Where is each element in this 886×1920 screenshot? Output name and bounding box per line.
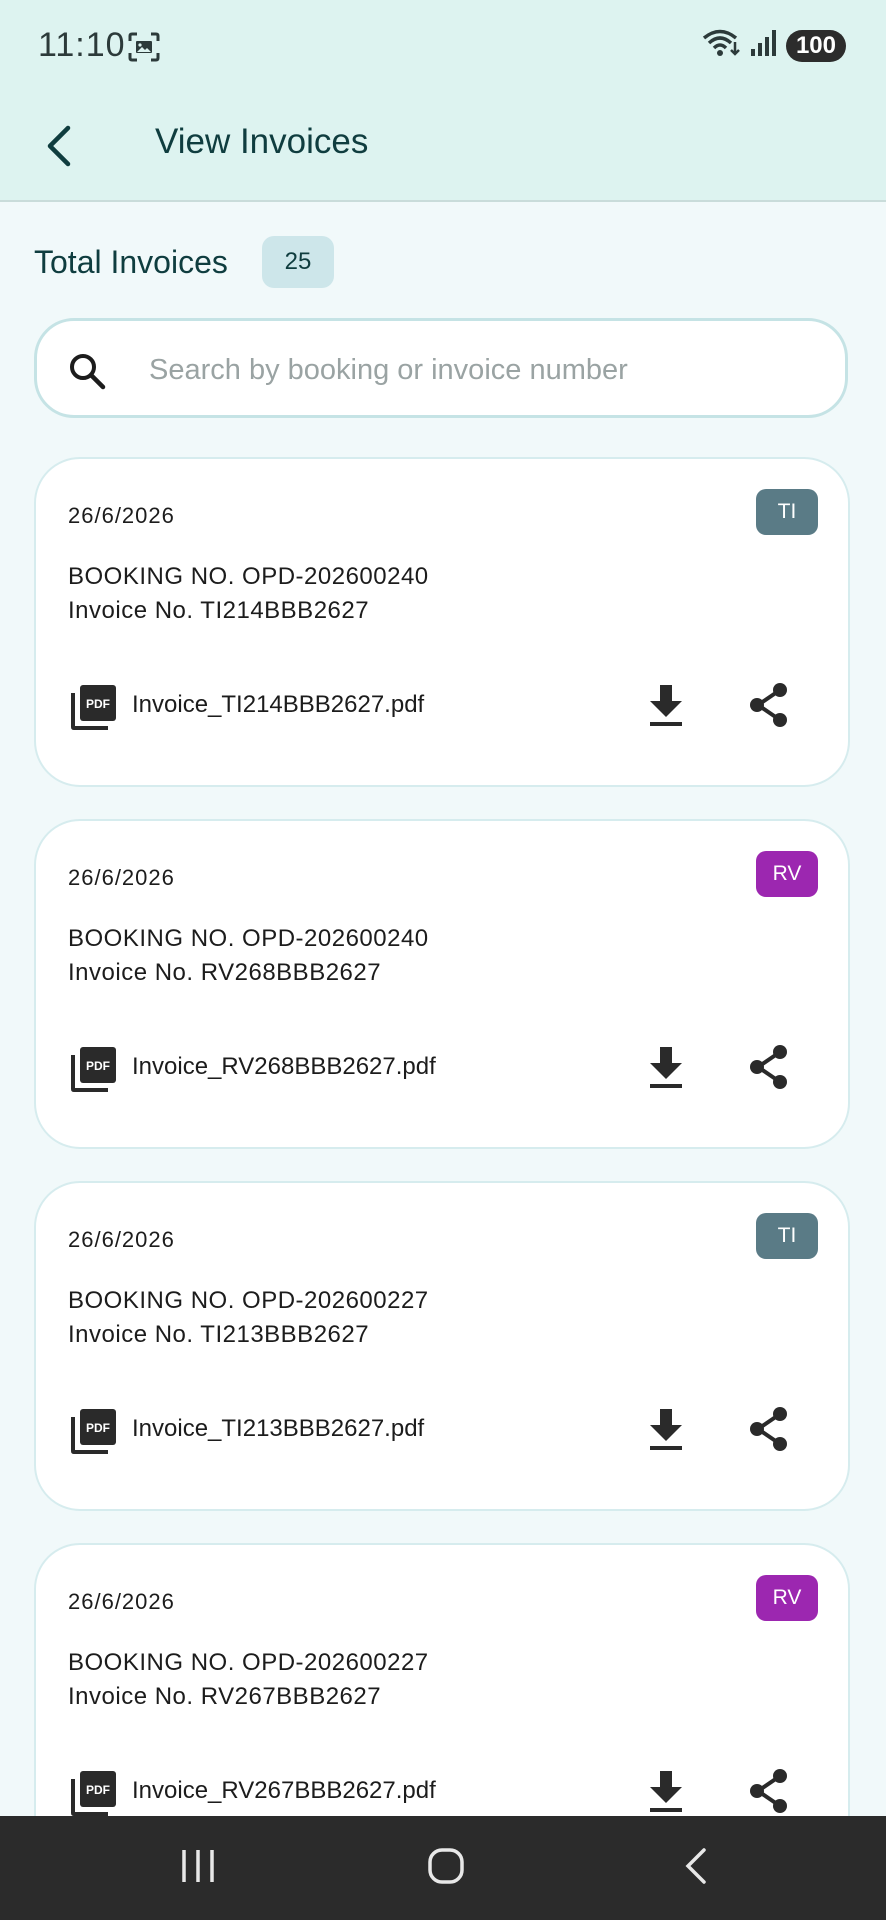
search-icon [67,351,107,396]
search-input[interactable] [147,341,831,399]
download-button[interactable] [644,1767,688,1815]
share-icon [750,1045,787,1089]
screenshot-icon [128,32,160,67]
share-button[interactable] [746,1043,792,1091]
share-icon [750,683,787,727]
pdf-icon: PDF [70,1769,118,1822]
invoice-type-tag: TI [756,489,818,535]
pdf-icon: PDF [70,1407,118,1460]
home-icon[interactable] [426,1846,466,1891]
invoice-type-tag: RV [756,1575,818,1621]
booking-number: BOOKING NO. OPD-202600240 [68,925,429,952]
invoice-card[interactable]: 26/6/2026 TI BOOKING NO. OPD-202600240 I… [34,457,850,787]
invoice-date: 26/6/2026 [68,865,175,890]
download-icon [650,1409,682,1450]
status-bar: 11:10 100 [0,0,886,96]
file-name[interactable]: Invoice_RV268BBB2627.pdf [132,1053,436,1081]
svg-text:PDF: PDF [86,1783,110,1797]
download-button[interactable] [644,1405,688,1453]
invoice-number: Invoice No. RV268BBB2627 [68,959,382,986]
invoice-date: 26/6/2026 [68,503,175,528]
svg-text:PDF: PDF [86,1421,110,1435]
page-title: View Invoices [155,122,369,161]
signal-icon [750,29,778,62]
invoice-date: 26/6/2026 [68,1589,175,1614]
total-invoices-label: Total Invoices [34,244,228,280]
back-icon[interactable] [678,1846,718,1891]
chevron-left-icon [47,125,71,167]
invoice-number: Invoice No. TI214BBB2627 [68,597,370,624]
file-name[interactable]: Invoice_TI214BBB2627.pdf [132,691,424,719]
invoice-type-tag: RV [756,851,818,897]
share-button[interactable] [746,681,792,729]
download-icon [650,1047,682,1088]
share-button[interactable] [746,1405,792,1453]
invoice-number: Invoice No. TI213BBB2627 [68,1321,370,1348]
share-icon [750,1407,787,1451]
status-time: 11:10 [38,26,126,64]
share-button[interactable] [746,1767,792,1815]
svg-text:PDF: PDF [86,697,110,711]
download-button[interactable] [644,681,688,729]
svg-text:PDF: PDF [86,1059,110,1073]
download-button[interactable] [644,1043,688,1091]
file-name[interactable]: Invoice_RV267BBB2627.pdf [132,1777,436,1805]
invoice-card[interactable]: 26/6/2026 RV BOOKING NO. OPD-202600240 I… [34,819,850,1149]
recent-apps-icon[interactable] [178,1846,218,1891]
booking-number: BOOKING NO. OPD-202600240 [68,563,429,590]
system-navigation-bar [0,1816,886,1920]
back-button[interactable] [38,118,82,174]
invoice-number: Invoice No. RV267BBB2627 [68,1683,382,1710]
total-invoices-count: 25 [262,236,334,288]
search-bar[interactable] [34,318,848,418]
app-bar: View Invoices [0,96,886,202]
share-icon [750,1769,787,1813]
download-icon [650,1771,682,1812]
battery-icon: 100 [785,29,846,62]
invoice-type-tag: TI [756,1213,818,1259]
invoice-date: 26/6/2026 [68,1227,175,1252]
booking-number: BOOKING NO. OPD-202600227 [68,1287,429,1314]
pdf-icon: PDF [70,1045,118,1098]
invoice-card[interactable]: 26/6/2026 TI BOOKING NO. OPD-202600227 I… [34,1181,850,1511]
file-name[interactable]: Invoice_TI213BBB2627.pdf [132,1415,424,1443]
wifi-icon [702,28,742,63]
download-icon [650,685,682,726]
pdf-icon: PDF [70,683,118,736]
booking-number: BOOKING NO. OPD-202600227 [68,1649,429,1676]
